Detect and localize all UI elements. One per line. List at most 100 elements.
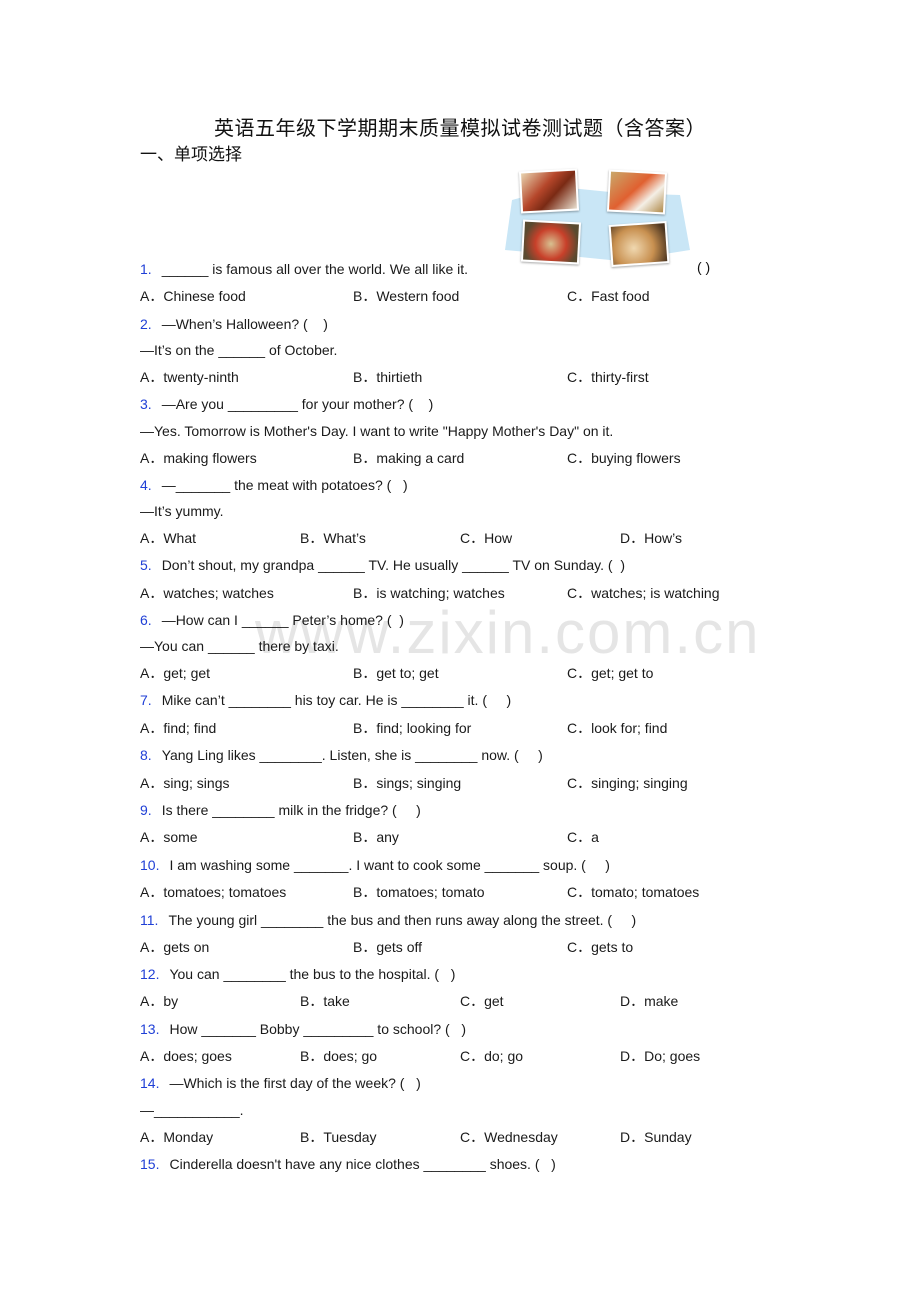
question-text: Mike can’t ________ his toy car. He is _… xyxy=(161,692,512,708)
answer-option: C．gets to xyxy=(567,939,634,955)
answer-option: D．Do; goes xyxy=(620,1048,701,1064)
question-text: —___________. xyxy=(140,1102,244,1118)
answer-option: B．sings; singing xyxy=(353,775,462,791)
question-stem: 1. ______ is famous all over the world. W… xyxy=(140,259,468,279)
food-illustration xyxy=(500,165,695,275)
question-number: 9. xyxy=(140,802,152,818)
question-number: 6. xyxy=(140,612,152,628)
question-text: —Are you _________ for your mother? ( ) xyxy=(161,396,434,412)
answer-option: B．does; go xyxy=(300,1048,378,1064)
question-stem: 7. Mike can’t ________ his toy car. He is… xyxy=(140,690,511,710)
answer-option: B．Tuesday xyxy=(300,1129,377,1145)
question-stem: 9. Is there ________ milk in the fridge? … xyxy=(140,800,421,820)
question-number: 5. xyxy=(140,557,152,573)
question-text: ______ is famous all over the world. We … xyxy=(161,261,469,277)
question-stem: 6. —How can I ______ Peter’s home? ( ) xyxy=(140,610,404,630)
answer-option: B．gets off xyxy=(353,939,423,955)
question-line: —It’s on the ______ of October. xyxy=(140,340,337,360)
answer-option: A．find; find xyxy=(140,720,217,736)
photo-roast-duck xyxy=(518,168,580,214)
answer-option: C．look for; find xyxy=(567,720,668,736)
answer-option: A．some xyxy=(140,829,198,845)
answer-option: D．Sunday xyxy=(620,1129,692,1145)
question-text: —_______ the meat with potatoes? ( ) xyxy=(161,477,408,493)
answer-option: C．Fast food xyxy=(567,288,650,304)
question-number: 7. xyxy=(140,692,152,708)
answer-option: B．tomatoes; tomato xyxy=(353,884,485,900)
photo-fish-dish xyxy=(606,169,668,215)
question-number: 14. xyxy=(140,1075,160,1091)
answer-option: B．making a card xyxy=(353,450,465,466)
question-text: You can ________ the bus to the hospital… xyxy=(169,966,456,982)
question-stem: 2. —When’s Halloween? ( ) xyxy=(140,314,328,334)
answer-option: C．thirty-first xyxy=(567,369,649,385)
answer-option: C．get xyxy=(460,993,504,1009)
section-heading: 一、单项选择 xyxy=(140,145,242,165)
answer-option: B．Western food xyxy=(353,288,460,304)
answer-paren-q1: ( ) xyxy=(697,259,711,275)
question-stem: 14. —Which is the first day of the week? … xyxy=(140,1073,421,1093)
question-stem: 5. Don’t shout, my grandpa ______ TV. He … xyxy=(140,555,625,575)
answer-option: A．Monday xyxy=(140,1129,214,1145)
answer-option: C．watches; is watching xyxy=(567,585,720,601)
question-text: —Which is the first day of the week? ( ) xyxy=(169,1075,421,1091)
answer-option: B．any xyxy=(353,829,399,845)
question-number: 3. xyxy=(140,396,152,412)
question-text: I am washing some _______. I want to coo… xyxy=(169,857,610,873)
answer-option: A．What xyxy=(140,530,197,546)
answer-option: A．does; goes xyxy=(140,1048,232,1064)
question-number: 11. xyxy=(140,912,159,928)
answer-option: A．get; get xyxy=(140,665,211,681)
answer-option: A．by xyxy=(140,993,179,1009)
photo-hotpot xyxy=(520,219,582,265)
answer-option: D．make xyxy=(620,993,679,1009)
question-text: —It’s yummy. xyxy=(140,503,224,519)
question-stem: 4. —_______ the meat with potatoes? ( ) xyxy=(140,475,408,495)
answer-option: C．tomato; tomatoes xyxy=(567,884,700,900)
watermark: www.zixin.com.cn xyxy=(255,599,761,666)
question-line: —Yes. Tomorrow is Mother's Day. I want t… xyxy=(140,421,613,441)
answer-option: B．find; looking for xyxy=(353,720,472,736)
question-text: Is there ________ milk in the fridge? ( … xyxy=(161,802,421,818)
photo-dim-sum xyxy=(608,221,670,267)
answer-option: A．making flowers xyxy=(140,450,257,466)
question-text: Cinderella doesn't have any nice clothes… xyxy=(169,1156,556,1172)
answer-option: C．do; go xyxy=(460,1048,524,1064)
question-text: The young girl ________ the bus and then… xyxy=(168,912,637,928)
answer-option: B．is watching; watches xyxy=(353,585,505,601)
question-number: 15. xyxy=(140,1156,160,1172)
page-title: 英语五年级下学期期末质量模拟试卷测试题（含答案） xyxy=(214,116,706,140)
question-stem: 3. —Are you _________ for your mother? ( … xyxy=(140,394,433,414)
answer-option: A．tomatoes; tomatoes xyxy=(140,884,287,900)
question-number: 13. xyxy=(140,1021,160,1037)
question-text: How _______ Bobby _________ to school? (… xyxy=(169,1021,467,1037)
question-text: —When’s Halloween? ( ) xyxy=(161,316,328,332)
answer-option: A．watches; watches xyxy=(140,585,274,601)
question-number: 12. xyxy=(140,966,160,982)
question-number: 8. xyxy=(140,747,152,763)
question-text: —Yes. Tomorrow is Mother's Day. I want t… xyxy=(140,423,614,439)
answer-option: D．How’s xyxy=(620,530,682,546)
answer-option: C．Wednesday xyxy=(460,1129,558,1145)
answer-option: B．What’s xyxy=(300,530,366,546)
answer-option: B．thirtieth xyxy=(353,369,423,385)
question-stem: 10. I am washing some _______. I want to … xyxy=(140,855,610,875)
answer-option: C．buying flowers xyxy=(567,450,681,466)
answer-option: C．singing; singing xyxy=(567,775,688,791)
question-number: 1. xyxy=(140,261,152,277)
answer-option: C．a xyxy=(567,829,599,845)
question-stem: 11. The young girl ________ the bus and t… xyxy=(140,910,636,930)
question-text: —How can I ______ Peter’s home? ( ) xyxy=(161,612,404,628)
question-text: Yang Ling likes ________. Listen, she is… xyxy=(161,747,543,763)
question-text: —You can ______ there by taxi. xyxy=(140,638,339,654)
answer-option: B．get to; get xyxy=(353,665,439,681)
question-line: —___________. xyxy=(140,1100,244,1120)
question-stem: 13. How _______ Bobby _________ to school… xyxy=(140,1019,466,1039)
question-number: 4. xyxy=(140,477,152,493)
question-stem: 12. You can ________ the bus to the hospi… xyxy=(140,964,455,984)
question-stem: 8. Yang Ling likes ________. Listen, she … xyxy=(140,745,543,765)
answer-option: A．sing; sings xyxy=(140,775,230,791)
question-number: 10. xyxy=(140,857,160,873)
answer-option: A．gets on xyxy=(140,939,210,955)
question-number: 2. xyxy=(140,316,152,332)
